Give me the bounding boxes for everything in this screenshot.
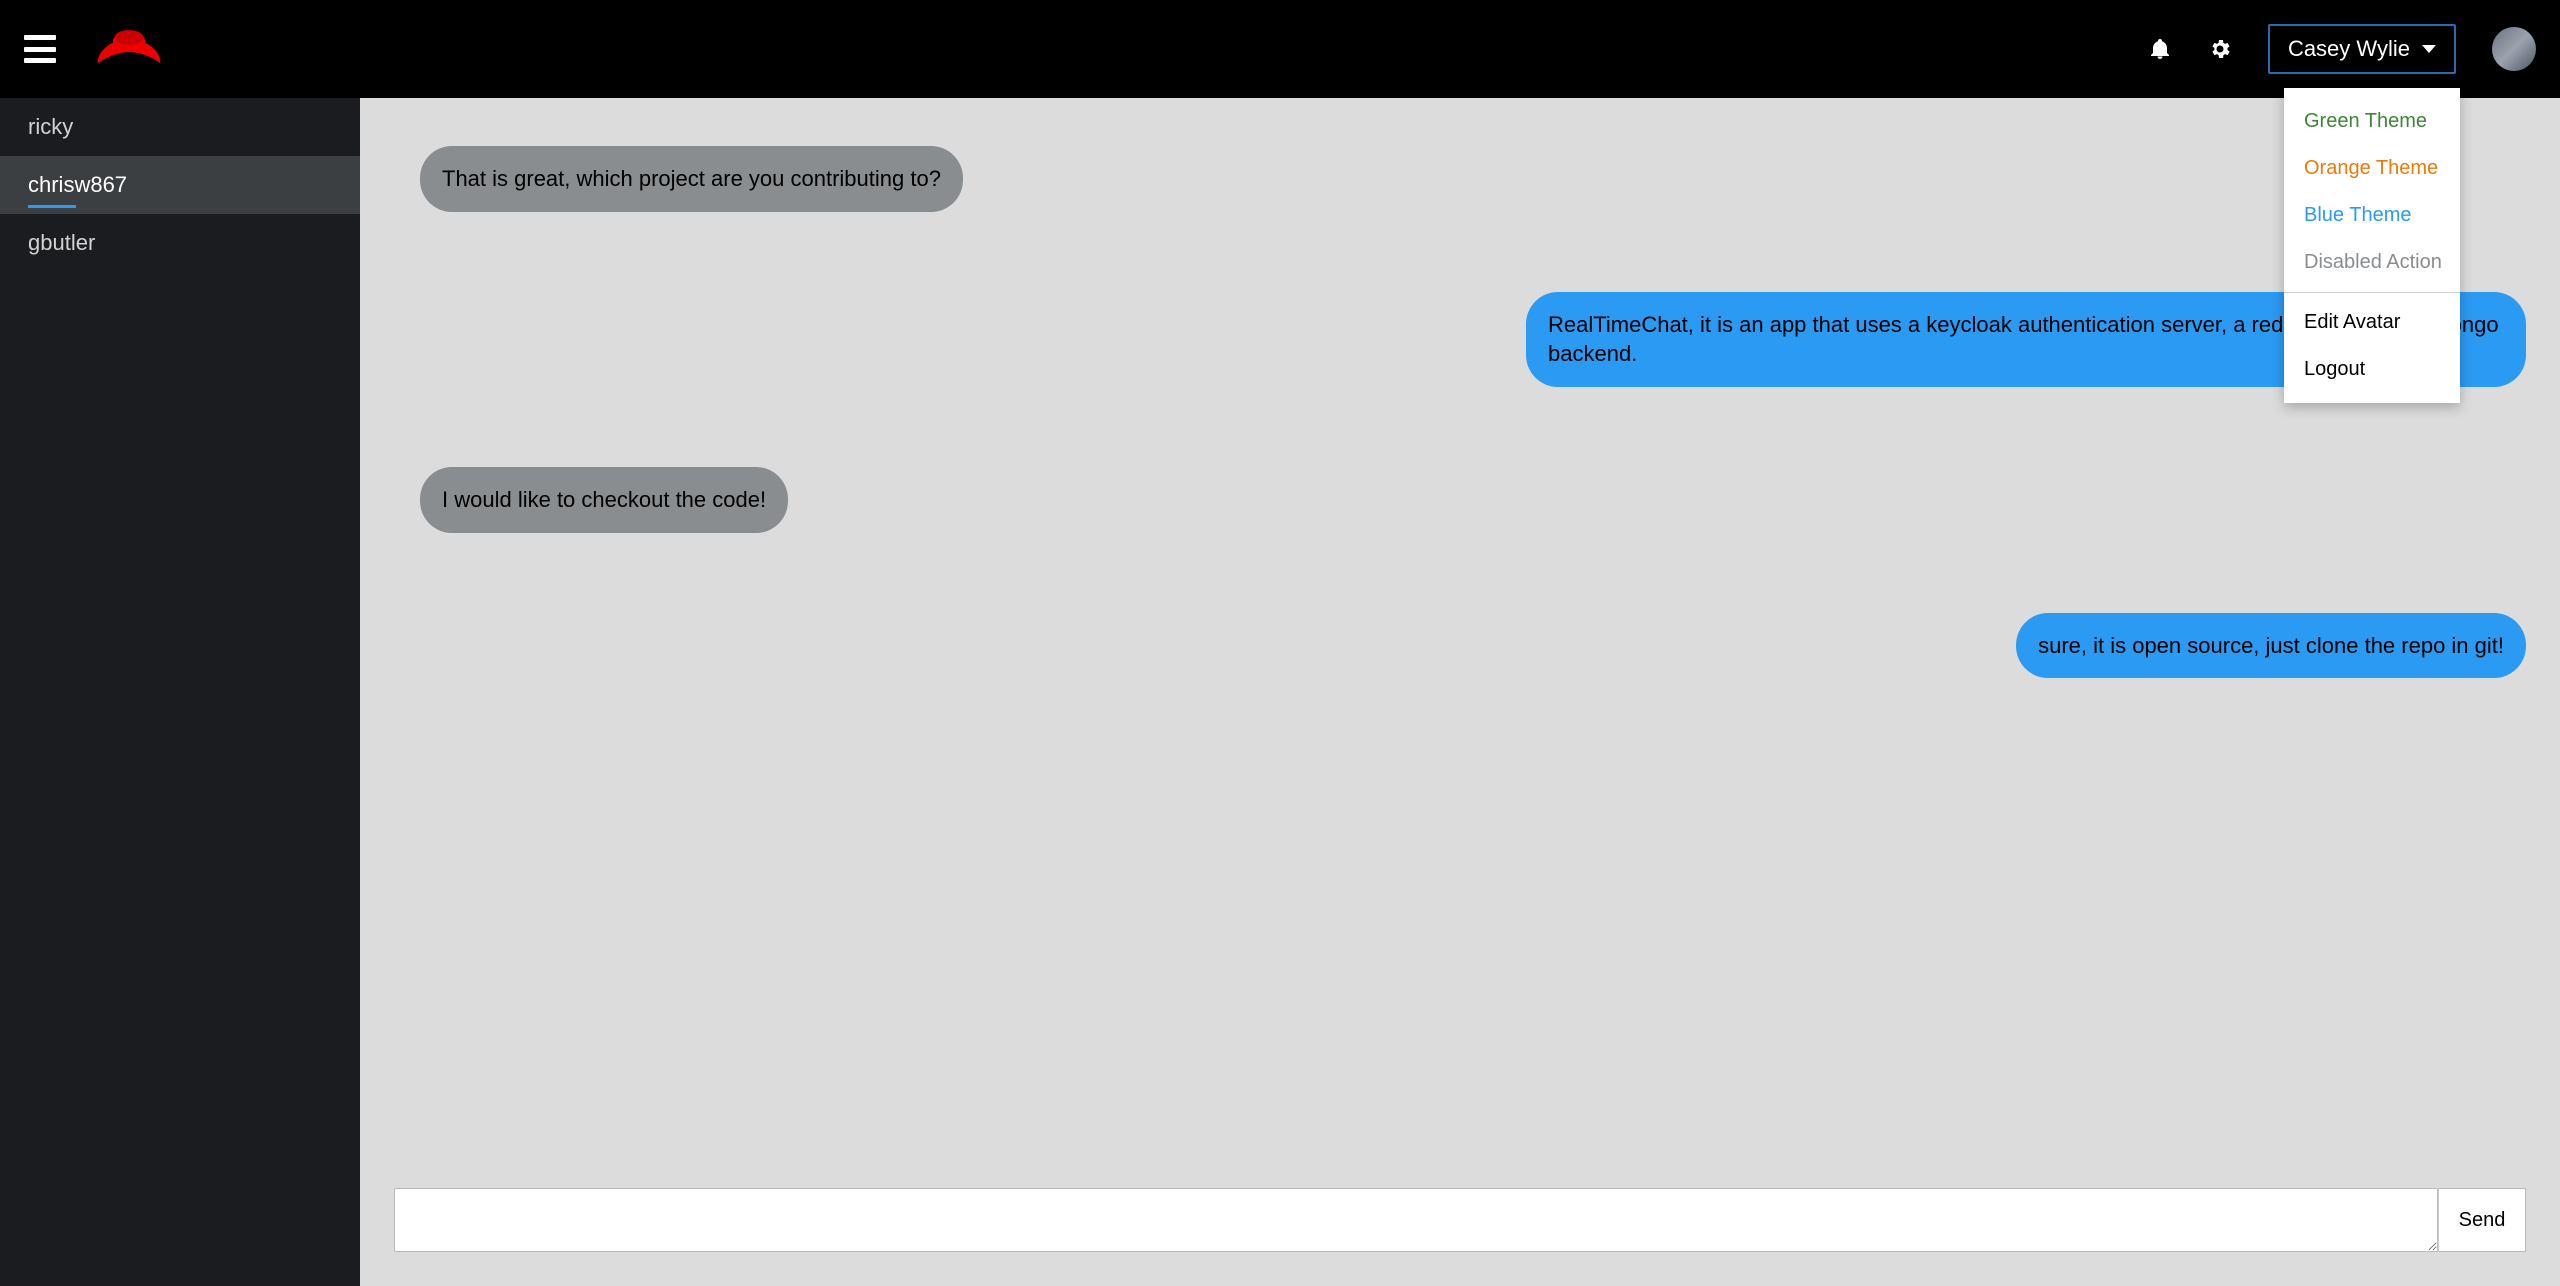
message-row: sure, it is open source, just clone the … [420, 613, 2526, 679]
header-right: Casey Wylie [2148, 24, 2536, 74]
sidebar-item-contact[interactable]: gbutler [0, 214, 360, 272]
sidebar-item-contact[interactable]: ricky [0, 98, 360, 156]
message-bubble: sure, it is open source, just clone the … [2016, 613, 2526, 679]
header: Casey Wylie Green ThemeOrange ThemeBlue … [0, 0, 2560, 98]
body: rickychrisw867gbutler That is great, whi… [0, 98, 2560, 1286]
message-row: RealTimeChat, it is an app that uses a k… [420, 292, 2526, 387]
dropdown-item[interactable]: Blue Theme [2284, 192, 2460, 239]
message-row: That is great, which project are you con… [420, 146, 2526, 212]
dropdown-item[interactable]: Green Theme [2284, 98, 2460, 145]
dropdown-item: Disabled Action [2284, 239, 2460, 286]
message-input[interactable] [394, 1188, 2438, 1252]
sidebar: rickychrisw867gbutler [0, 98, 360, 1286]
dropdown-item[interactable]: Edit Avatar [2284, 299, 2460, 346]
dropdown-item[interactable]: Logout [2284, 346, 2460, 393]
send-button[interactable]: Send [2438, 1188, 2526, 1252]
app-root: Casey Wylie Green ThemeOrange ThemeBlue … [0, 0, 2560, 1286]
chevron-down-icon [2422, 45, 2436, 53]
dropdown-item[interactable]: Orange Theme [2284, 145, 2460, 192]
message-bubble: I would like to checkout the code! [420, 467, 788, 533]
hamburger-menu-button[interactable] [24, 35, 56, 63]
avatar[interactable] [2492, 27, 2536, 71]
message-row: I would like to checkout the code! [420, 467, 2526, 533]
user-name-label: Casey Wylie [2288, 36, 2410, 62]
bell-icon[interactable] [2148, 37, 2172, 61]
gear-icon[interactable] [2208, 37, 2232, 61]
composer: Send [360, 1188, 2560, 1286]
user-dropdown-menu: Green ThemeOrange ThemeBlue ThemeDisable… [2284, 88, 2460, 403]
chat-main: That is great, which project are you con… [360, 98, 2560, 1286]
sidebar-item-contact[interactable]: chrisw867 [0, 156, 360, 214]
dropdown-separator [2284, 292, 2460, 293]
user-dropdown-toggle[interactable]: Casey Wylie [2268, 24, 2456, 74]
chat-scroll[interactable]: That is great, which project are you con… [360, 98, 2560, 1188]
redhat-logo [84, 14, 174, 84]
message-bubble: That is great, which project are you con… [420, 146, 963, 212]
